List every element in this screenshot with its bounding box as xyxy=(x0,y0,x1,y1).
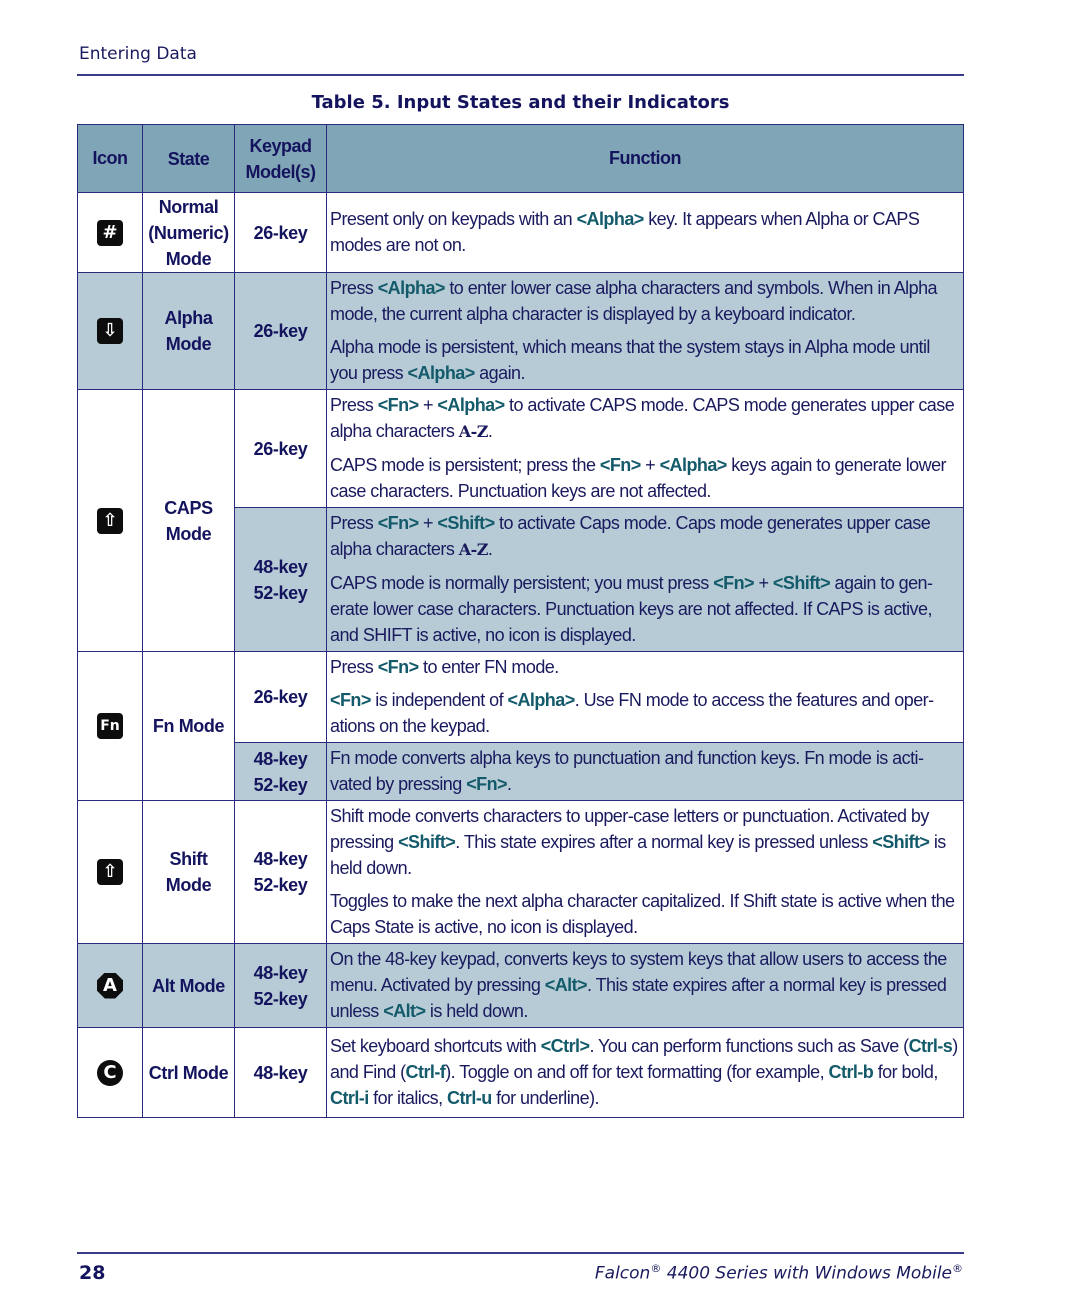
state-cell: Shift Mode xyxy=(142,800,235,944)
table-header-row: Icon State Keypad Model(s) Function xyxy=(77,124,964,193)
keypad-model-cell: 48-key 52-key xyxy=(234,800,327,944)
table-row: # Normal (Numeric) Mode 26-key Present only o… xyxy=(77,192,964,273)
registered-mark: ® xyxy=(650,1262,662,1275)
table-row: C Ctrl Mode 48-key Set keyboard shortcuts w… xyxy=(77,1027,964,1118)
state-label: Mode xyxy=(165,875,212,895)
table-row: ⇧ Shift Mode 48-key 52-key Shift mode convert… xyxy=(77,800,964,944)
keypad-model: 26-key xyxy=(253,321,308,341)
keypad-model-cell: 48-key xyxy=(234,1027,327,1118)
icon-cell: ⇩ xyxy=(77,272,143,390)
function-description: On the 48-key keypad, converts keys to s… xyxy=(326,943,964,1028)
keypad-model: 26-key xyxy=(253,222,308,243)
numeric-mode-icon: # xyxy=(97,219,123,246)
state-label: Shift xyxy=(169,849,208,869)
state-label: Normal xyxy=(158,196,219,217)
table-row: A Alt Mode 48-key 52-key On the 48-key keypa… xyxy=(77,943,964,1028)
page-number: 28 xyxy=(79,1262,106,1284)
function-description: Press <Fn> + <Shift> to activate Caps mo… xyxy=(326,507,964,652)
keypad-model-cell: 26-key xyxy=(234,389,327,508)
function-description: Present only on keypads with an <Alpha> … xyxy=(326,192,964,273)
keypad-model: 48-key xyxy=(253,748,308,769)
fn-mode-icon: Fn xyxy=(97,713,123,739)
keypad-model: 48-key xyxy=(253,556,308,577)
book-title-part: 4400 Series with Windows Mobile xyxy=(661,1263,952,1284)
keypad-model: 52-key xyxy=(253,774,308,795)
state-label: Mode xyxy=(165,248,212,269)
state-cell: Fn Mode xyxy=(142,651,235,801)
function-description: Fn mode converts alpha keys to punctuati… xyxy=(326,742,964,801)
state-label: Alpha xyxy=(164,308,213,328)
icon-cell: # xyxy=(77,192,143,273)
keypad-model: 52-key xyxy=(253,582,308,603)
icon-cell: ⇧ xyxy=(77,800,143,944)
function-description: Shift mode converts characters to upper-… xyxy=(326,800,964,944)
function-description: Press <Fn> + <Alpha> to activate CAPS mo… xyxy=(326,389,964,508)
table-title: Table 5. Input States and their Indicato… xyxy=(311,92,730,113)
column-header-keypad: Keypad Model(s) xyxy=(234,124,327,193)
keypad-model: 52-key xyxy=(253,988,308,1009)
registered-mark: ® xyxy=(952,1262,963,1275)
keypad-model: 52-key xyxy=(253,875,308,895)
state-cell: CAPS Mode xyxy=(142,389,235,652)
caps-mode-icon: ⇧ xyxy=(97,507,123,534)
function-description: Press <Alpha> to enter lower case alpha … xyxy=(326,272,964,390)
keypad-model-cell: 26-key xyxy=(234,272,327,390)
ctrl-mode-icon: C xyxy=(97,1059,123,1086)
table-row: ⇧ CAPS Mode 26-key Press <Fn> + <Alpha> to a… xyxy=(77,389,964,652)
keypad-model-cell: 48-key 52-key xyxy=(234,507,327,652)
state-label: Mode xyxy=(165,523,212,544)
column-header-state: State xyxy=(142,124,235,193)
keypad-model: 48-key xyxy=(253,849,308,869)
table-body: # Normal (Numeric) Mode 26-key Present only o… xyxy=(77,192,964,1118)
state-label: (Numeric) xyxy=(148,222,229,243)
icon-cell: Fn xyxy=(77,651,143,801)
column-header-function: Function xyxy=(326,124,964,193)
keypad-model: 48-key xyxy=(253,1062,308,1083)
column-header-icon: Icon xyxy=(77,124,143,193)
keypad-model-cell: 26-key xyxy=(234,192,327,273)
keypad-model: 48-key xyxy=(253,962,308,983)
table-row: ⇩ Alpha Mode 26-key Press <Alpha> to enter l… xyxy=(77,272,964,390)
running-head: Entering Data xyxy=(79,44,197,64)
keypad-model-cell: 26-key xyxy=(234,651,327,743)
state-label: Alt Mode xyxy=(152,975,225,996)
state-cell: Normal (Numeric) Mode xyxy=(142,192,235,273)
book-title-part: Falcon xyxy=(594,1263,651,1284)
table-row: Fn Fn Mode 26-key Press <Fn> to enter FN mo… xyxy=(77,651,964,801)
keypad-model: 26-key xyxy=(253,438,308,459)
function-description: Set keyboard shortcuts with <Ctrl>. You … xyxy=(326,1027,964,1118)
alpha-mode-icon: ⇩ xyxy=(97,318,123,344)
state-label: Mode xyxy=(165,334,212,354)
state-cell: Alt Mode xyxy=(142,943,235,1028)
header-rule xyxy=(77,74,964,76)
state-label: CAPS xyxy=(164,497,213,518)
shift-mode-icon: ⇧ xyxy=(97,859,123,885)
icon-cell: C xyxy=(77,1027,143,1118)
footer-rule xyxy=(77,1252,964,1254)
state-cell: Ctrl Mode xyxy=(142,1027,235,1118)
state-label: Ctrl Mode xyxy=(148,1062,229,1083)
column-header-keypad-line2: Model(s) xyxy=(245,161,317,182)
keypad-model-cell: 48-key 52-key xyxy=(234,943,327,1028)
alt-mode-icon: A xyxy=(97,972,123,999)
column-header-keypad-line1: Keypad xyxy=(249,135,312,156)
icon-cell: ⇧ xyxy=(77,389,143,652)
keypad-model: 26-key xyxy=(253,687,308,707)
state-cell: Alpha Mode xyxy=(142,272,235,390)
input-states-table: Icon State Keypad Model(s) Function # Nor… xyxy=(77,124,964,1118)
icon-cell: A xyxy=(77,943,143,1028)
book-title: Falcon® 4400 Series with Windows Mobile® xyxy=(595,1262,963,1284)
state-label: Fn Mode xyxy=(152,716,225,736)
keypad-model-cell: 48-key 52-key xyxy=(234,742,327,801)
function-description: Press <Fn> to enter FN mode. <Fn> is inde… xyxy=(326,651,964,743)
